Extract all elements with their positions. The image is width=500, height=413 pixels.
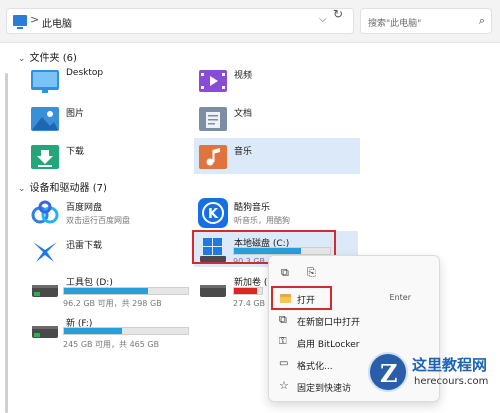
section-title: 文件夹 (6) — [29, 53, 77, 64]
drive-f-usage-bar — [63, 327, 189, 335]
svg-text:K: K — [208, 207, 219, 222]
chevron-down-icon[interactable]: ⌵ — [319, 14, 327, 25]
folder-label: 文档 — [234, 109, 253, 119]
breadcrumb-this-pc[interactable]: 此电脑 — [42, 15, 72, 30]
desktop-folder-icon — [31, 70, 59, 93]
breadcrumb-separator: > — [30, 13, 40, 26]
menu-item-label: 固定到快速访 — [297, 384, 352, 394]
this-pc-icon — [13, 15, 27, 29]
drive-d-usage-bar — [63, 287, 189, 295]
folders-section-header[interactable]: ⌄ 文件夹 (6) — [18, 49, 77, 64]
music-folder-icon — [199, 145, 227, 169]
refresh-icon[interactable]: ↻ — [333, 7, 343, 21]
chevron-down-icon: ⌄ — [18, 184, 26, 194]
chevron-down-icon: ⌄ — [18, 54, 26, 64]
menu-item-label: 在新窗口中打开 — [297, 318, 361, 328]
folder-label: 音乐 — [234, 147, 253, 157]
device-name: 迅雷下载 — [66, 241, 103, 251]
drive-icon — [200, 285, 226, 297]
kugou-music-icon: K — [198, 198, 228, 228]
scrollbar[interactable] — [5, 73, 8, 413]
folder-label: 下载 — [66, 147, 85, 157]
pictures-folder-icon — [31, 107, 59, 131]
drive-d-free-space: 96.2 GB 可用，共 298 GB — [63, 299, 162, 308]
watermark-logo-letter: Z — [380, 359, 398, 388]
drive-f-usage-fill — [64, 328, 123, 334]
search-icon[interactable]: ⌕ — [479, 14, 485, 28]
xunlei-icon — [33, 242, 57, 262]
drive-d-usage-fill — [64, 288, 149, 294]
copy-icon[interactable]: ⧉ — [281, 266, 289, 280]
baidu-netdisk-icon — [31, 200, 59, 224]
format-icon: ▭ — [279, 358, 289, 369]
device-description: 双击运行百度网盘 — [66, 216, 130, 225]
key-icon: ⚿ — [279, 336, 287, 347]
menu-item-label: 启用 BitLocker — [297, 340, 360, 350]
folder-label: Desktop — [66, 68, 104, 78]
drive-icon — [32, 326, 58, 338]
search-box[interactable]: 搜索"此电脑" ⌕ — [360, 8, 492, 34]
drive-e-usage-bar — [233, 287, 263, 295]
menu-item-open-new-window[interactable]: ⧉ 在新窗口中打开 — [269, 310, 439, 332]
device-name: 酷狗音乐 — [234, 203, 271, 213]
menu-item-shortcut: Enter — [389, 293, 411, 302]
rename-icon[interactable]: ⎘ — [307, 266, 316, 280]
folder-label: 图片 — [66, 109, 85, 119]
left-pane-edge — [0, 43, 14, 413]
videos-folder-icon — [199, 70, 227, 92]
menu-item-label: 格式化... — [297, 362, 333, 372]
drive-e-usage-fill — [234, 288, 257, 294]
devices-section-header[interactable]: ⌄ 设备和驱动器 (7) — [18, 179, 107, 194]
watermark-title: 这里教程网 — [412, 356, 488, 374]
toolbar: > 此电脑 ⌵ ↻ 搜索"此电脑" ⌕ — [0, 0, 500, 43]
search-input[interactable]: 搜索"此电脑" — [368, 16, 421, 29]
star-icon: ☆ — [279, 379, 289, 392]
downloads-folder-icon — [31, 145, 59, 169]
drive-f-free-space: 245 GB 可用，共 465 GB — [63, 340, 160, 349]
watermark-url: herecours.com — [414, 376, 489, 387]
device-description: 听音乐，用酷狗 — [234, 216, 290, 225]
folder-label: 视频 — [234, 71, 253, 81]
device-name: 百度网盘 — [66, 203, 103, 213]
watermark-logo: Z — [368, 352, 408, 392]
highlight-box — [271, 286, 332, 310]
drive-icon — [32, 285, 58, 297]
documents-folder-icon — [199, 107, 227, 131]
section-title: 设备和驱动器 (7) — [29, 183, 107, 194]
address-bar[interactable]: > 此电脑 ⌵ — [6, 8, 354, 34]
new-window-icon: ⧉ — [279, 313, 287, 326]
watermark: Z 这里教程网 herecours.com — [368, 350, 498, 398]
